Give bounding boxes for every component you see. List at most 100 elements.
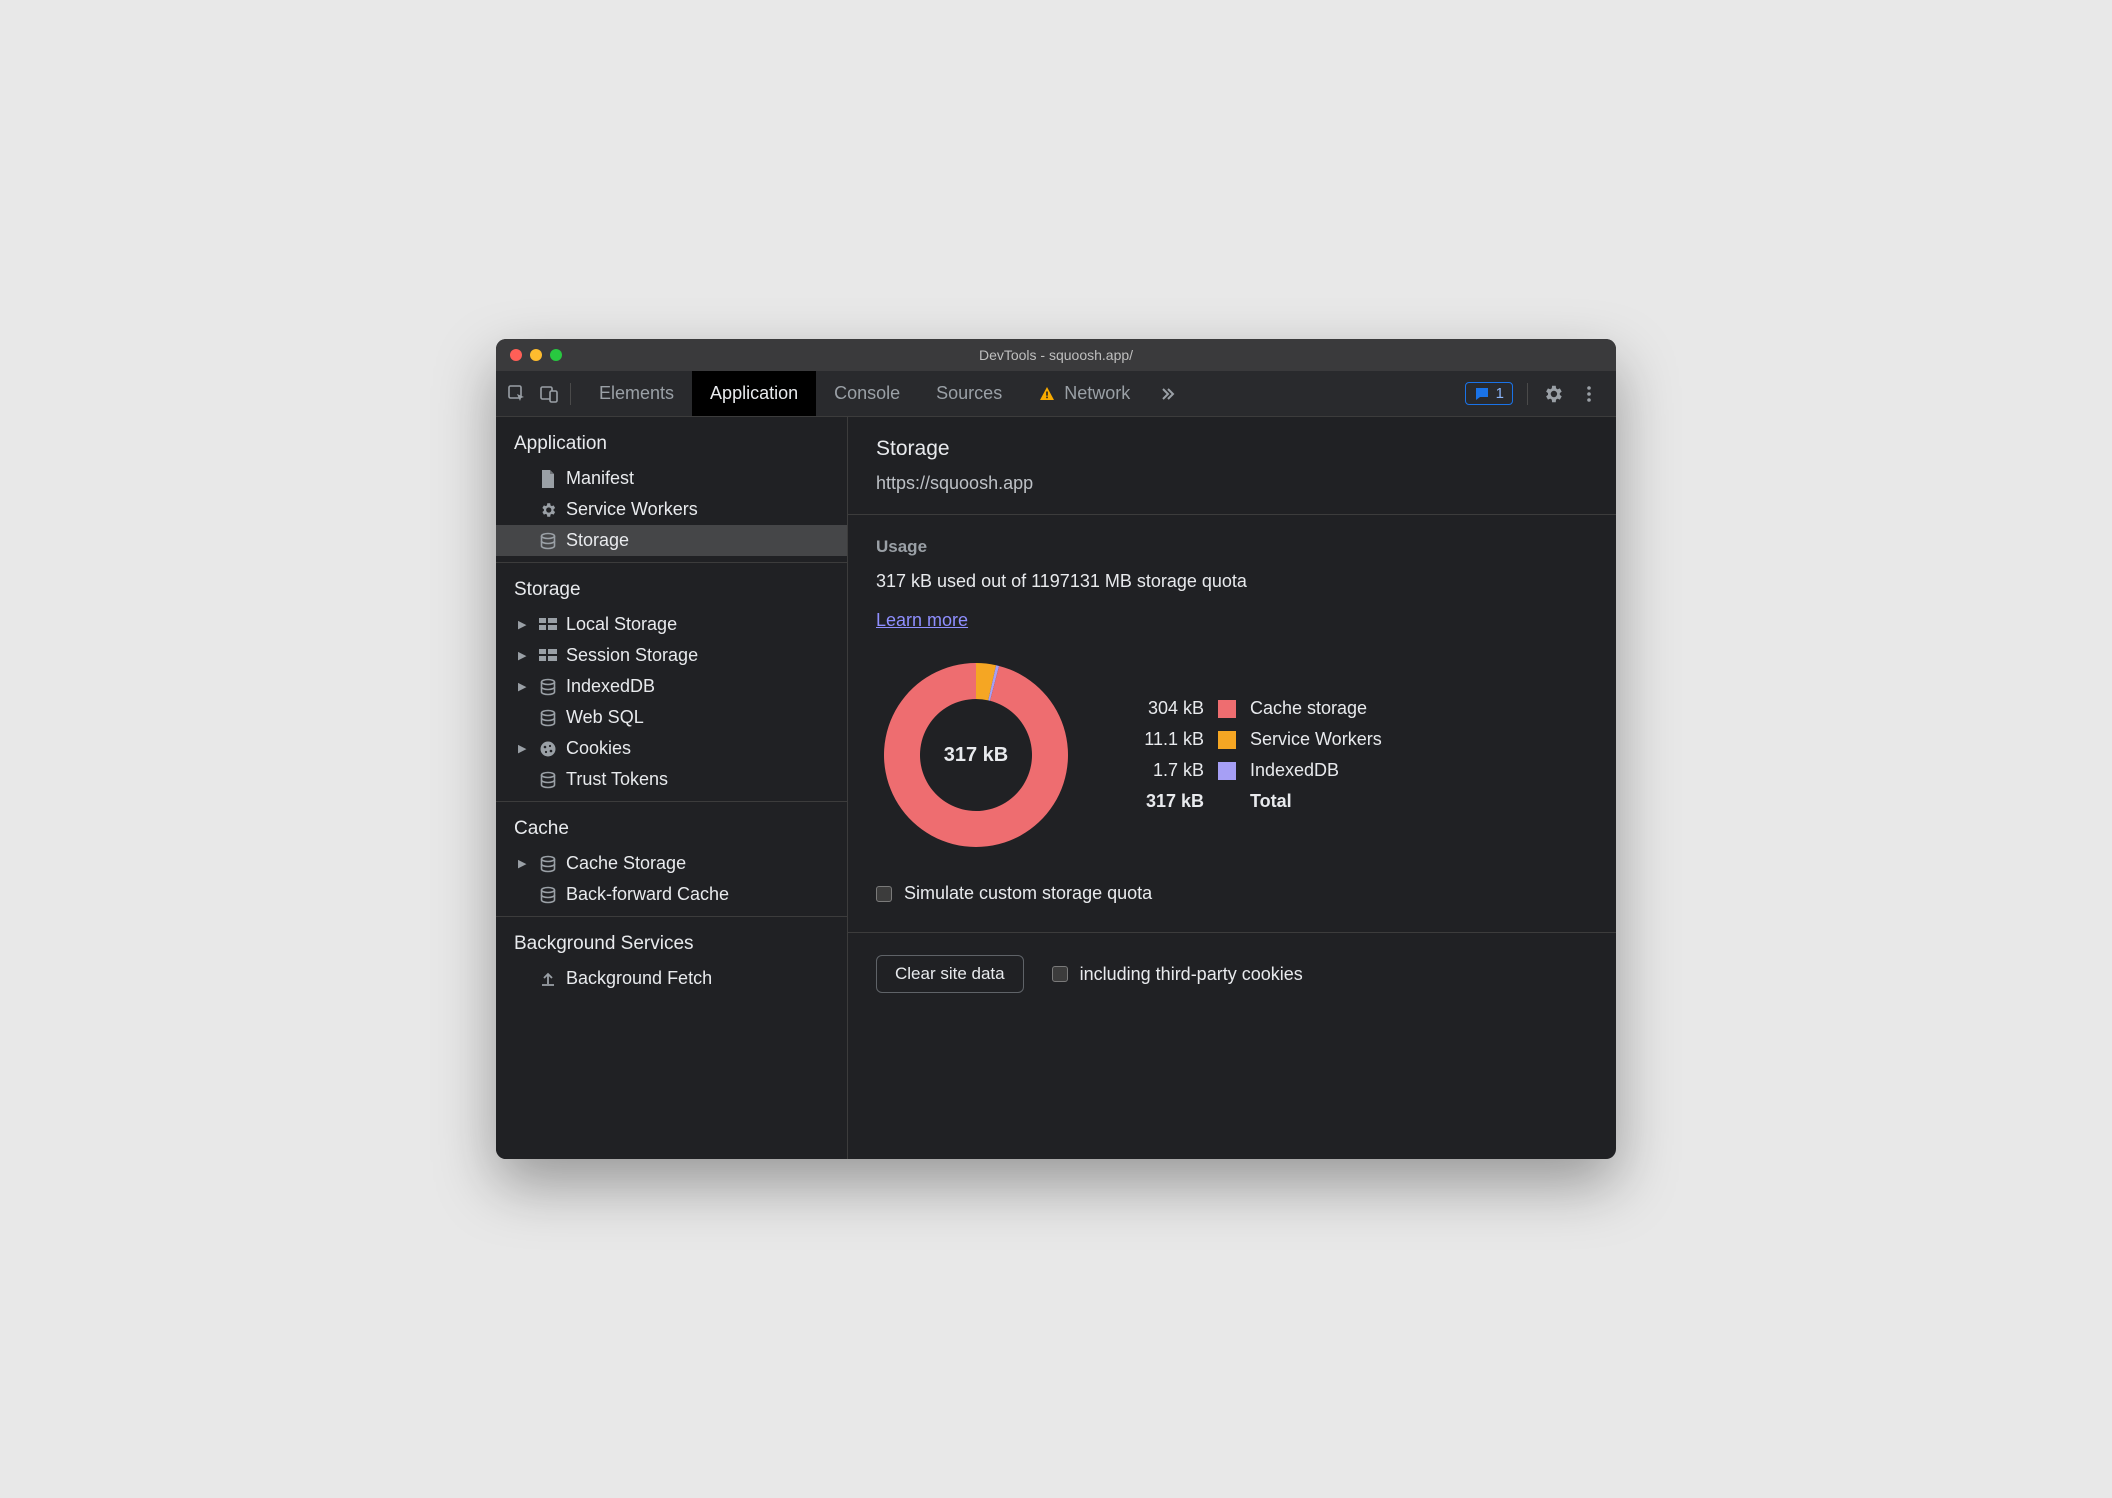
- sidebar-item-service-workers[interactable]: ▶ Service Workers: [496, 494, 847, 525]
- warning-icon: [1038, 385, 1056, 403]
- tab-application[interactable]: Application: [692, 371, 816, 416]
- close-window-button[interactable]: [510, 349, 522, 361]
- legend-label: Service Workers: [1250, 729, 1382, 750]
- traffic-lights: [496, 349, 562, 361]
- kebab-menu-icon[interactable]: [1578, 383, 1600, 405]
- sidebar-item-local-storage[interactable]: ▶ Local Storage: [496, 609, 847, 640]
- sidebar-item-web-sql[interactable]: ▶ Web SQL: [496, 702, 847, 733]
- third-party-row: including third-party cookies: [1052, 964, 1303, 985]
- legend-row-indexeddb: 1.7 kB IndexedDB: [1124, 760, 1382, 781]
- simulate-quota-label: Simulate custom storage quota: [904, 883, 1152, 904]
- table-icon: [538, 646, 558, 666]
- issues-badge[interactable]: 1: [1465, 382, 1513, 405]
- zoom-window-button[interactable]: [550, 349, 562, 361]
- inspect-element-icon[interactable]: [506, 383, 528, 405]
- usage-legend: 304 kB Cache storage 11.1 kB Service Wor…: [1124, 698, 1382, 812]
- chat-icon: [1474, 386, 1490, 402]
- legend-swatch: [1218, 731, 1236, 749]
- legend-label: IndexedDB: [1250, 760, 1339, 781]
- tab-network[interactable]: Network: [1020, 371, 1148, 416]
- third-party-label: including third-party cookies: [1080, 964, 1303, 985]
- caret-icon: ▶: [518, 649, 530, 662]
- simulate-quota-checkbox[interactable]: [876, 886, 892, 902]
- sidebar-item-label: Session Storage: [566, 645, 698, 666]
- sidebar-item-trust-tokens[interactable]: ▶ Trust Tokens: [496, 764, 847, 795]
- document-icon: [538, 469, 558, 489]
- legend-row-total: 317 kB Total: [1124, 791, 1382, 812]
- clear-site-data-button[interactable]: Clear site data: [876, 955, 1024, 993]
- main-header: Storage https://squoosh.app: [848, 417, 1616, 515]
- sidebar-heading: Storage: [496, 573, 847, 609]
- page-title: Storage: [876, 437, 1588, 461]
- tab-label: Elements: [599, 383, 674, 404]
- toolbar-divider: [1527, 383, 1528, 405]
- sidebar-heading: Application: [496, 427, 847, 463]
- window-title: DevTools - squoosh.app/: [496, 347, 1616, 363]
- table-icon: [538, 615, 558, 635]
- gear-icon: [538, 500, 558, 520]
- sidebar-item-background-fetch[interactable]: ▶ Background Fetch: [496, 963, 847, 994]
- caret-icon: ▶: [518, 680, 530, 693]
- legend-size: 317 kB: [1124, 791, 1204, 812]
- tab-sources[interactable]: Sources: [918, 371, 1020, 416]
- sidebar-item-bf-cache[interactable]: ▶ Back-forward Cache: [496, 879, 847, 910]
- issues-count: 1: [1496, 385, 1504, 402]
- database-icon: [538, 770, 558, 790]
- usage-summary: 317 kB used out of 1197131 MB storage qu…: [876, 571, 1588, 592]
- sidebar-item-label: Cookies: [566, 738, 631, 759]
- tab-label: Console: [834, 383, 900, 404]
- legend-size: 1.7 kB: [1124, 760, 1204, 781]
- sidebar-item-label: Trust Tokens: [566, 769, 668, 790]
- main-panel: Storage https://squoosh.app Usage 317 kB…: [848, 417, 1616, 1159]
- legend-swatch: [1218, 762, 1236, 780]
- devtools-window: DevTools - squoosh.app/ Elements Applica…: [496, 339, 1616, 1159]
- toolbar-divider: [570, 383, 571, 405]
- device-toggle-icon[interactable]: [538, 383, 560, 405]
- legend-swatch: [1218, 700, 1236, 718]
- simulate-quota-row: Simulate custom storage quota: [876, 883, 1588, 904]
- caret-icon: ▶: [518, 857, 530, 870]
- upload-icon: [538, 969, 558, 989]
- caret-icon: ▶: [518, 618, 530, 631]
- database-icon: [538, 708, 558, 728]
- tabs-overflow-button[interactable]: [1148, 371, 1188, 416]
- actions-section: Clear site data including third-party co…: [848, 933, 1616, 1015]
- sidebar-item-session-storage[interactable]: ▶ Session Storage: [496, 640, 847, 671]
- legend-size: 11.1 kB: [1124, 729, 1204, 750]
- tab-label: Application: [710, 383, 798, 404]
- tab-console[interactable]: Console: [816, 371, 918, 416]
- tab-label: Sources: [936, 383, 1002, 404]
- legend-label: Cache storage: [1250, 698, 1367, 719]
- third-party-checkbox[interactable]: [1052, 966, 1068, 982]
- sidebar-item-cookies[interactable]: ▶ Cookies: [496, 733, 847, 764]
- usage-chart-row: 317 kB 304 kB Cache storage 11.1 kB Serv…: [876, 655, 1588, 855]
- legend-label: Total: [1250, 791, 1292, 812]
- sidebar-item-cache-storage[interactable]: ▶ Cache Storage: [496, 848, 847, 879]
- sidebar-item-storage[interactable]: ▶ Storage: [496, 525, 847, 556]
- settings-icon[interactable]: [1542, 383, 1564, 405]
- application-sidebar: Application ▶ Manifest ▶ Service Workers: [496, 417, 848, 1159]
- donut-center-label: 317 kB: [876, 655, 1076, 855]
- database-icon: [538, 531, 558, 551]
- legend-size: 304 kB: [1124, 698, 1204, 719]
- sidebar-item-label: Web SQL: [566, 707, 644, 728]
- database-icon: [538, 885, 558, 905]
- sidebar-item-label: Local Storage: [566, 614, 677, 635]
- sidebar-section-storage: Storage ▶ Local Storage ▶ Session Storag…: [496, 563, 847, 802]
- learn-more-link[interactable]: Learn more: [876, 610, 968, 630]
- caret-icon: ▶: [518, 742, 530, 755]
- sidebar-item-label: Cache Storage: [566, 853, 686, 874]
- chevron-double-right-icon: [1158, 384, 1178, 404]
- sidebar-heading: Background Services: [496, 927, 847, 963]
- minimize-window-button[interactable]: [530, 349, 542, 361]
- tab-elements[interactable]: Elements: [581, 371, 692, 416]
- sidebar-section-application: Application ▶ Manifest ▶ Service Workers: [496, 417, 847, 563]
- database-icon: [538, 854, 558, 874]
- database-icon: [538, 677, 558, 697]
- usage-section: Usage 317 kB used out of 1197131 MB stor…: [848, 515, 1616, 933]
- sidebar-heading: Cache: [496, 812, 847, 848]
- sidebar-item-indexeddb[interactable]: ▶ IndexedDB: [496, 671, 847, 702]
- devtools-toolbar: Elements Application Console Sources Net…: [496, 371, 1616, 417]
- sidebar-item-label: Manifest: [566, 468, 634, 489]
- sidebar-item-manifest[interactable]: ▶ Manifest: [496, 463, 847, 494]
